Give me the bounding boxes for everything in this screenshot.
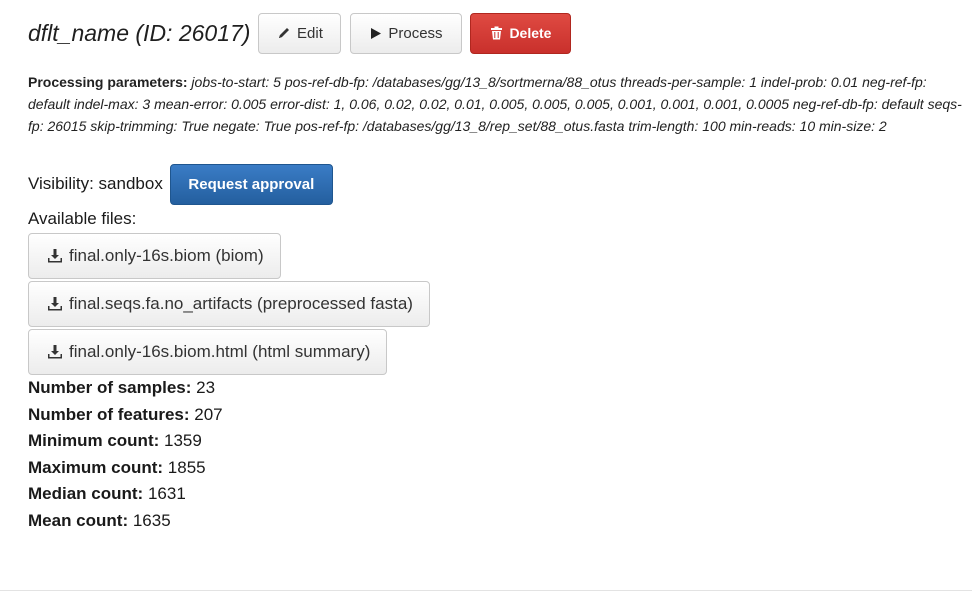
stat-value: 1359 [164,431,202,450]
parameter-value: 2 [878,118,887,134]
stat-value: 23 [196,378,216,397]
parameter-value: 0.005 [231,96,267,112]
edit-button[interactable]: Edit [258,12,342,54]
stat-value: 207 [194,404,223,424]
parameter-key: trim-length [628,118,695,134]
parameter-key: jobs-to-start [191,74,266,90]
parameter-value: 1 [749,74,757,90]
visibility-label: Visibility: sandbox [28,174,163,193]
parameter-key: indel-prob [760,74,824,90]
file-list: final.only-16s.biom (biom) final.seqs.fa… [28,233,963,375]
parameter-key: threads-per-sample [620,74,742,90]
parameter-value: 1, 0.06, 0.02, 0.02, 0.01, 0.005, 0.005,… [333,96,790,112]
divider [0,590,972,591]
stat-value: 1631 [147,484,186,503]
parameter-value: /databases/gg/13_8/rep_set/88_otus.fasta [362,118,625,134]
download-icon [47,248,63,264]
processing-parameters: Processing parameters: jobs-to-start: 5 … [28,71,963,137]
file-download-button[interactable]: final.only-16s.biom (biom) [28,233,281,279]
parameters-heading: Processing parameters: [28,74,188,90]
edit-button-label: Edit [297,24,323,42]
parameter-key: neg-ref-db-fp [792,96,874,112]
stat-value: 1635 [132,510,171,530]
stat-row: Number of features: 207 [28,402,963,429]
available-files-label: Available files: [28,209,137,228]
parameter-key: skip-trimming [90,118,174,134]
download-icon [47,296,63,312]
parameter-key: neg-ref-fp [862,74,923,90]
file-download-button[interactable]: final.seqs.fa.no_artifacts (preprocessed… [28,281,430,327]
parameter-value: True [181,118,210,134]
parameter-value: default [881,96,924,112]
parameter-key: mean-error [154,96,224,112]
artifact-panel: dflt_name (ID: 26017) Edit Process Delet… [28,12,963,534]
stat-value: 1855 [167,457,206,477]
parameter-value: True [263,118,292,134]
request-approval-button[interactable]: Request approval [169,163,333,205]
play-icon [370,27,382,40]
file-download-button[interactable]: final.only-16s.biom.html (html summary) [28,329,388,375]
parameter-value: 100 [702,118,726,134]
file-name: final.only-16s.biom (biom) [69,246,264,265]
stat-row: Number of samples: 23 [28,375,963,402]
delete-button[interactable]: Delete [470,12,572,54]
parameter-value: /databases/gg/13_8/sortmerna/88_otus [372,74,617,90]
visibility-row: Visibility: sandbox Request approval [28,163,963,205]
parameter-key: pos-ref-fp [295,118,356,134]
parameter-key: min-reads [729,118,792,134]
parameter-key: negate [212,118,256,134]
stat-row: Minimum count: 1359 [28,428,963,455]
stat-label: Maximum count: [28,457,164,477]
stat-label: Mean count: [28,510,129,530]
stat-label: Median count: [28,484,144,503]
process-button[interactable]: Process [350,12,463,54]
parameter-value: 10 [799,118,816,134]
parameter-key: min-size [819,118,872,134]
file-name: final.only-16s.biom.html (html summary) [69,342,371,361]
header: dflt_name (ID: 26017) Edit Process Delet… [28,12,963,54]
stat-row: Maximum count: 1855 [28,455,963,482]
delete-button-label: Delete [509,25,552,41]
parameter-value: default [28,96,71,112]
statistics: Number of samples: 23 Number of features… [28,375,963,534]
page-title: dflt_name (ID: 26017) [28,19,251,46]
parameter-key: indel-max [73,96,135,112]
file-name: final.seqs.fa.no_artifacts (preprocessed… [69,294,413,313]
parameter-value: 5 [273,74,281,90]
download-icon [47,344,63,360]
trash-icon [490,26,503,40]
stat-row: Mean count: 1635 [28,508,963,535]
stat-label: Number of features: [28,404,190,424]
process-button-label: Process [388,24,443,42]
stat-row: Median count: 1631 [28,481,963,508]
stat-label: Minimum count: [28,431,160,450]
parameter-value: 0.01 [830,74,859,90]
parameter-key: error-dist [270,96,326,112]
parameter-value: 26015 [47,118,87,134]
parameter-value: 3 [142,96,151,112]
pencil-icon [277,26,291,40]
parameter-key: pos-ref-db-fp [284,74,365,90]
stat-label: Number of samples: [28,378,192,397]
